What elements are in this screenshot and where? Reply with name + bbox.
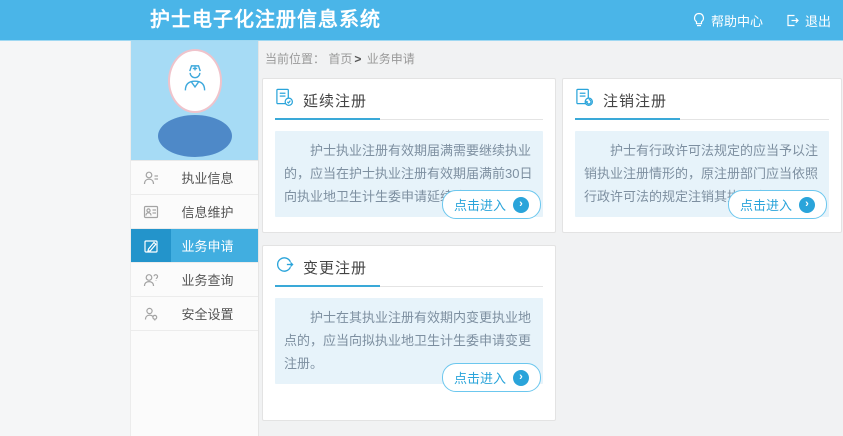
sidebar-item-info-maintenance[interactable]: 信息维护 (131, 195, 258, 229)
sidebar-item-security-settings[interactable]: 安全设置 (131, 297, 258, 331)
breadcrumb: 当前位置： 首页> 业务申请 (265, 50, 415, 67)
person-question-icon (131, 263, 171, 296)
sidebar-menu: 执业信息 信息维护 (131, 160, 258, 331)
document-renew-icon (275, 88, 294, 112)
logout-label: 退出 (805, 11, 831, 30)
card-title-underline (575, 117, 829, 120)
sidebar-item-label: 业务查询 (171, 263, 258, 296)
sidebar-item-label: 业务申请 (171, 229, 258, 262)
breadcrumb-home-link[interactable]: 首页 (328, 52, 352, 66)
card-renew-registration: 延续注册 护士执业注册有效期届满需要继续执业的，应当在护士执业注册有效期届满前3… (262, 78, 556, 233)
card-cancel-registration: 注销注册 护士有行政许可法规定的应当予以注销执业注册情形的，原注册部门应当依照行… (562, 78, 842, 233)
card-header: 变更注册 (275, 256, 543, 278)
document-cancel-icon (575, 88, 594, 112)
app-title: 护士电子化注册信息系统 (150, 0, 381, 40)
enter-button-label: 点击进入 (740, 195, 792, 214)
card-header: 延续注册 (275, 89, 543, 111)
arrow-right-icon: › (799, 197, 815, 213)
card-change-registration: 变更注册 护士在其执业注册有效期内变更执业地点的，应当向拟执业地卫生计生委申请变… (262, 245, 556, 421)
user-name-placeholder (158, 115, 232, 157)
enter-button-label: 点击进入 (454, 195, 506, 214)
edit-icon (131, 229, 171, 262)
lightbulb-icon (692, 12, 706, 28)
header-actions: 帮助中心 退出 (692, 0, 831, 40)
sidebar-item-practice-info[interactable]: 执业信息 (131, 161, 258, 195)
arrow-right-icon: › (513, 370, 529, 386)
breadcrumb-current: 业务申请 (367, 52, 415, 66)
logout-button[interactable]: 退出 (785, 11, 831, 30)
logout-icon (785, 13, 800, 28)
card-title: 变更注册 (303, 257, 367, 278)
sidebar-item-label: 安全设置 (171, 297, 258, 330)
breadcrumb-separator: > (354, 52, 361, 66)
card-title: 延续注册 (303, 90, 367, 111)
header-bar: 护士电子化注册信息系统 帮助中心 (0, 0, 843, 41)
profile-panel (131, 41, 258, 160)
breadcrumb-prefix: 当前位置： (265, 52, 325, 66)
card-header: 注销注册 (575, 89, 829, 111)
enter-button-label: 点击进入 (454, 368, 506, 387)
person-lines-icon (131, 161, 171, 194)
enter-button[interactable]: 点击进入 › (728, 190, 827, 219)
person-lock-icon (131, 297, 171, 330)
help-center-label: 帮助中心 (711, 11, 763, 30)
card-title: 注销注册 (603, 90, 667, 111)
main-content: 当前位置： 首页> 业务申请 延续注册 护士执业注册有效期届满需 (259, 41, 843, 436)
help-center-button[interactable]: 帮助中心 (692, 11, 763, 30)
left-gutter (0, 41, 131, 436)
enter-button[interactable]: 点击进入 › (442, 363, 541, 392)
sidebar-item-business-query[interactable]: 业务查询 (131, 263, 258, 297)
arrow-right-icon: › (513, 197, 529, 213)
nurse-icon (181, 62, 209, 101)
sidebar-item-business-application[interactable]: 业务申请 (131, 229, 258, 263)
id-card-icon (131, 195, 171, 228)
change-circle-icon (275, 255, 294, 279)
sidebar-item-label: 执业信息 (171, 161, 258, 194)
sidebar-item-label: 信息维护 (171, 195, 258, 228)
app-window: 护士电子化注册信息系统 帮助中心 (0, 0, 843, 436)
avatar (168, 49, 222, 113)
enter-button[interactable]: 点击进入 › (442, 190, 541, 219)
card-title-underline (275, 284, 543, 287)
sidebar: 执业信息 信息维护 (131, 41, 259, 436)
card-title-underline (275, 117, 543, 120)
